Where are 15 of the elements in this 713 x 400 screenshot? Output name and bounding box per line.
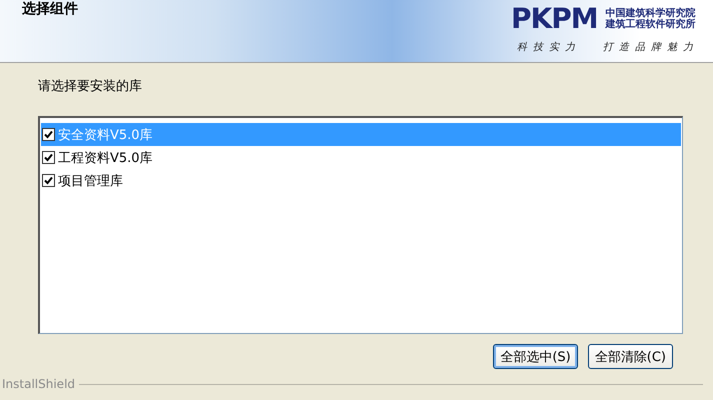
- window-title: 选择组件: [22, 0, 78, 18]
- organization-name: 中国建筑科学研究院: [606, 8, 696, 19]
- checkbox[interactable]: [42, 128, 55, 141]
- prompt-text: 请选择要安装的库: [38, 78, 142, 95]
- checkbox[interactable]: [42, 174, 55, 187]
- list-item[interactable]: 工程资料V5.0库: [41, 146, 681, 169]
- list-item[interactable]: 项目管理库: [41, 169, 681, 192]
- select-button[interactable]: 全部选中(S): [493, 344, 578, 369]
- select-button[interactable]: 全部清除(C): [588, 344, 673, 369]
- checkbox[interactable]: [42, 151, 55, 164]
- logo-mark: PKPM: [511, 4, 598, 34]
- slogan: 打造品牌魅力: [603, 40, 699, 54]
- slogan: 科技实力: [517, 40, 581, 54]
- organization-name: 建筑工程软件研究所: [606, 19, 696, 30]
- installer-label: InstallShield: [1, 377, 76, 391]
